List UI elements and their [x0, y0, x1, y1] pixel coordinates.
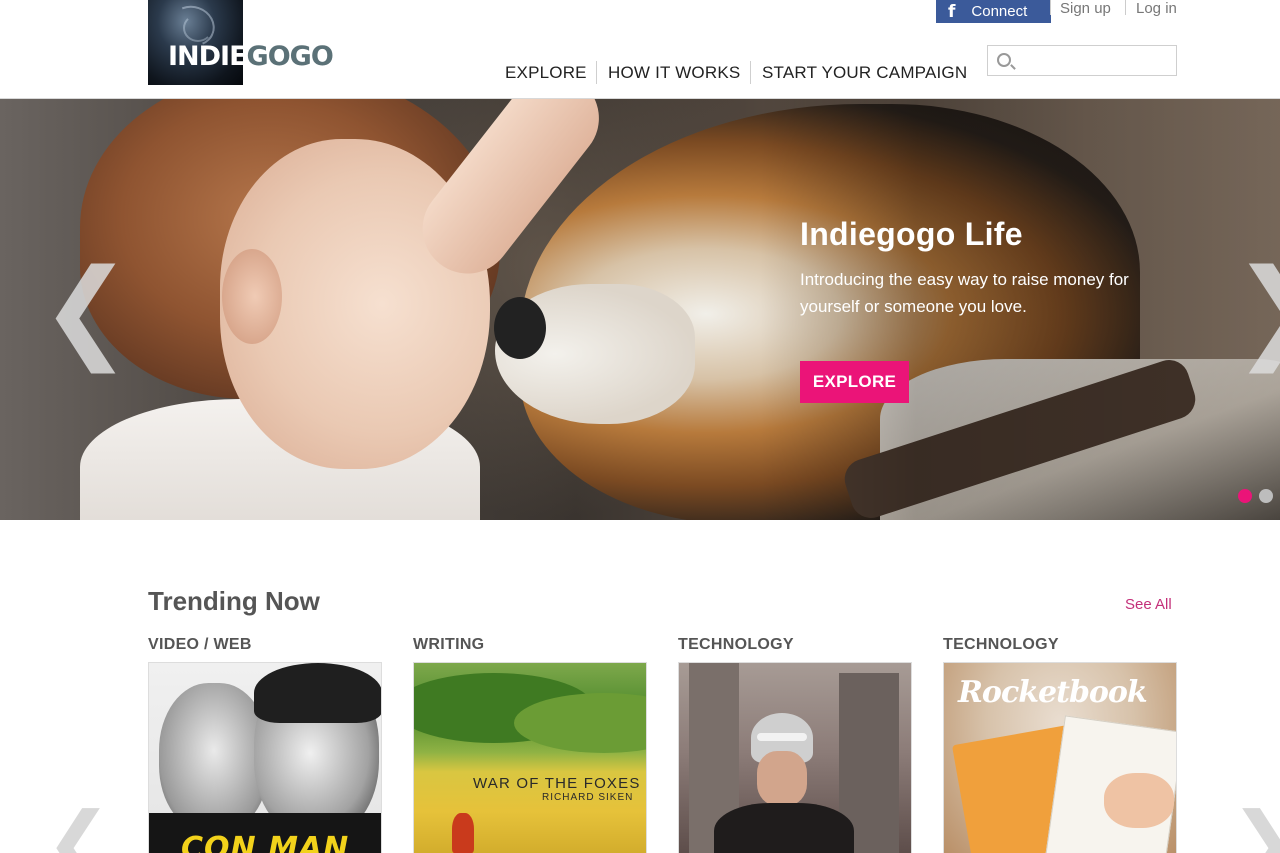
search-input[interactable]	[1018, 49, 1173, 72]
top-separator	[1050, 0, 1051, 15]
hero-carousel: Indiegogo Life Introducing the easy way …	[0, 99, 1280, 520]
campaign-card[interactable]: TECHNOLOGY Rocketbook	[943, 636, 1177, 853]
hero-explore-button[interactable]: EXPLORE	[800, 361, 909, 403]
nav-separator	[596, 61, 597, 84]
rocketbook-logo-text: Rocketbook	[958, 675, 1148, 710]
site-header: INDIEGOGO f Connect Sign up Log in EXPLO…	[0, 0, 1280, 99]
campaign-card[interactable]: VIDEO / WEB CON MAN	[148, 636, 382, 853]
logo-text-dark: GOGO	[246, 41, 334, 72]
facebook-connect-button[interactable]: f Connect	[936, 0, 1051, 23]
indiegogo-logo[interactable]: INDIEGOGO	[148, 0, 334, 85]
search-box[interactable]	[987, 45, 1177, 76]
search-icon	[997, 53, 1011, 67]
facebook-f-icon: f	[948, 1, 956, 22]
nav-separator	[750, 61, 751, 84]
campaign-card[interactable]: WRITING WAR OF THE FOXES RICHARD SIKEN	[413, 636, 647, 853]
trending-title: Trending Now	[148, 586, 320, 616]
card-category[interactable]: WRITING	[413, 636, 484, 654]
logo-wordmark: INDIEGOGO	[168, 41, 334, 72]
nav-how-it-works[interactable]: HOW IT WORKS	[608, 63, 740, 83]
signup-link[interactable]: Sign up	[1060, 0, 1111, 17]
card-category[interactable]: TECHNOLOGY	[678, 636, 794, 654]
campaign-image-text: CON MAN	[181, 831, 350, 853]
book-author-text: RICHARD SIKEN	[542, 792, 634, 803]
logo-text-white: INDIE	[168, 41, 248, 72]
card-category[interactable]: VIDEO / WEB	[148, 636, 252, 654]
carousel-dot-active[interactable]	[1238, 489, 1252, 503]
carousel-prev-arrow-icon[interactable]: ❮	[40, 254, 132, 364]
card-category[interactable]: TECHNOLOGY	[943, 636, 1059, 654]
top-separator	[1125, 0, 1126, 15]
carousel-next-arrow-icon[interactable]: ❯	[1232, 254, 1280, 364]
trending-next-arrow-icon[interactable]: ❯	[1230, 802, 1280, 853]
book-title-text: WAR OF THE FOXES	[473, 775, 641, 792]
nav-start-campaign[interactable]: START YOUR CAMPAIGN	[762, 63, 967, 83]
campaign-image[interactable]	[678, 662, 912, 853]
nav-explore[interactable]: EXPLORE	[505, 63, 587, 83]
facebook-connect-label: Connect	[971, 3, 1028, 20]
campaign-image[interactable]: CON MAN	[148, 662, 382, 853]
carousel-dot[interactable]	[1259, 489, 1273, 503]
campaign-image[interactable]: Rocketbook	[943, 662, 1177, 853]
campaign-card[interactable]: TECHNOLOGY	[678, 636, 912, 853]
hero-subtitle: Introducing the easy way to raise money …	[800, 270, 1129, 316]
campaign-image[interactable]: WAR OF THE FOXES RICHARD SIKEN	[413, 662, 647, 853]
see-all-link[interactable]: See All	[1125, 596, 1172, 613]
trending-prev-arrow-icon[interactable]: ❮	[45, 802, 112, 853]
hero-title: Indiegogo Life	[800, 216, 1023, 252]
login-link[interactable]: Log in	[1136, 0, 1177, 17]
